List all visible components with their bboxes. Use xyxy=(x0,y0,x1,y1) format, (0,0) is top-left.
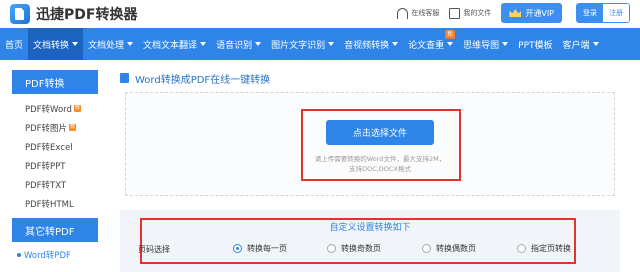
my-files-label: 我的文件 xyxy=(463,9,492,17)
sidebar-item-4[interactable]: PDF转TXT xyxy=(25,175,98,194)
auth-buttons: 登录 注册 xyxy=(576,3,630,23)
nav-item-6[interactable]: 音视频转换 xyxy=(339,28,403,60)
sidebar-item-label: PDF转HTML xyxy=(25,199,74,210)
new-badge: 新 xyxy=(445,30,456,39)
page-option-label: 转换每一页 xyxy=(247,244,287,253)
chevron-down-icon xyxy=(255,42,262,46)
nav-item-label: 客户端 xyxy=(562,40,590,51)
sidebar-section-other-to-pdf: 其它转PDF xyxy=(12,218,98,242)
sidebar-item-label: PDF转Word xyxy=(25,104,72,115)
nav-item-0[interactable]: 首页 xyxy=(0,28,28,60)
nav-item-label: 文档文本翻译 xyxy=(143,40,198,51)
page-title: Word转换成PDF在线一键转换 xyxy=(120,70,620,86)
document-icon xyxy=(449,7,461,19)
upload-hint: 请上传需要转换的Word文件，最大支持2M， 支持DOC,DOCX格式 xyxy=(294,154,466,174)
nav-item-label: 图片文字识别 xyxy=(271,40,326,51)
page-option-label: 转换奇数页 xyxy=(341,244,381,253)
nav-item-label: 首页 xyxy=(5,40,24,51)
sidebar-item-label: PDF转Excel xyxy=(25,142,73,153)
conversion-settings: 自定义设置转换如下 页码选择 转换每一页 转换奇数页 转换偶数页 指定页转换 xyxy=(120,210,620,272)
nav-item-8[interactable]: 思维导图 xyxy=(458,28,513,60)
nav-item-9[interactable]: PPT模板 xyxy=(513,28,557,60)
doc-title-icon xyxy=(120,73,129,83)
nav-item-label: 文档转换 xyxy=(33,40,70,51)
app-logo[interactable]: 迅捷PDF转换器 xyxy=(10,4,137,24)
app-name: 迅捷PDF转换器 xyxy=(36,7,138,23)
login-button[interactable]: 登录 xyxy=(577,4,603,22)
online-service-label: 在线客服 xyxy=(411,9,440,17)
top-links: 在线客服 我的文件 开通VIP 登录 注册 xyxy=(397,3,630,23)
chevron-down-icon xyxy=(502,42,509,46)
upload-hint-line2: 支持DOC,DOCX格式 xyxy=(349,165,411,173)
nav-item-10[interactable]: 客户端 xyxy=(558,28,604,60)
settings-title: 自定义设置转换如下 xyxy=(329,223,411,233)
page-option-radio-2[interactable]: 转换偶数页 xyxy=(422,243,476,254)
page-option-label: 转换偶数页 xyxy=(436,244,476,253)
vip-label: 开通VIP xyxy=(525,8,554,18)
nav-item-label: 论文查重 xyxy=(408,40,445,51)
radio-circle-icon xyxy=(422,244,431,253)
nav-item-label: PPT模板 xyxy=(518,40,553,51)
sidebar-item-5[interactable]: PDF转HTML xyxy=(25,194,98,213)
radio-circle-icon xyxy=(233,244,242,253)
my-files-link[interactable]: 我的文件 xyxy=(449,7,492,19)
sidebar-section-pdf-convert: PDF转换 xyxy=(12,70,98,94)
sidebar-item-0[interactable]: PDF转Word 荐 xyxy=(25,99,98,118)
nav-item-5[interactable]: 图片文字识别 xyxy=(266,28,339,60)
chevron-down-icon xyxy=(592,42,599,46)
recommend-badge: 荐 xyxy=(69,124,77,131)
chevron-down-icon xyxy=(127,42,134,46)
logo-icon xyxy=(10,4,30,24)
nav-item-2[interactable]: 文档处理 xyxy=(83,28,138,60)
open-vip-button[interactable]: 开通VIP xyxy=(501,3,562,23)
page-option-radio-3[interactable]: 指定页转换 xyxy=(517,243,571,254)
chevron-down-icon xyxy=(328,42,335,46)
chevron-down-icon xyxy=(200,42,207,46)
online-service-link[interactable]: 在线客服 xyxy=(397,7,440,19)
register-button[interactable]: 注册 xyxy=(603,4,629,22)
select-file-button[interactable]: 点击选择文件 xyxy=(326,120,434,145)
nav-item-4[interactable]: 语音识别 xyxy=(211,28,266,60)
nav-item-label: 文档处理 xyxy=(88,40,125,51)
crown-icon xyxy=(509,9,522,17)
page-option-label: 指定页转换 xyxy=(531,244,571,253)
upload-hint-line1: 请上传需要转换的Word文件，最大支持2M， xyxy=(314,155,446,163)
sidebar-item-label: PDF转PPT xyxy=(25,161,66,172)
main-content: Word转换成PDF在线一键转换 点击选择文件 请上传需要转换的Word文件，最… xyxy=(120,70,620,272)
page-option-radio-1[interactable]: 转换奇数页 xyxy=(327,243,381,254)
main-nav: 首页 文档转换 文档处理 文档文本翻译 语音识别 图片文字识别 音视频转换 论文查重新思维导图… xyxy=(0,28,640,60)
sidebar-item-1[interactable]: PDF转图片荐 xyxy=(25,118,98,137)
sidebar-list: PDF转Word 荐 PDF转图片荐 PDF转Excel PDF转PPT PDF转TXT P… xyxy=(12,94,98,218)
headset-icon xyxy=(397,7,409,19)
nav-item-label: 思维导图 xyxy=(463,40,500,51)
nav-item-7[interactable]: 论文查重新 xyxy=(403,28,458,60)
sidebar: PDF转换 PDF转Word 荐 PDF转图片荐 PDF转Excel PDF转PPT PD… xyxy=(12,70,98,269)
radio-circle-icon xyxy=(517,244,526,253)
sidebar-item-label: PDF转TXT xyxy=(25,180,67,191)
recommend-badge: 荐 xyxy=(73,105,81,112)
nav-item-3[interactable]: 文档文本翻译 xyxy=(138,28,211,60)
page-title-text: Word转换成PDF在线一键转换 xyxy=(135,74,271,86)
upload-dropzone[interactable]: 点击选择文件 请上传需要转换的Word文件，最大支持2M， 支持DOC,DOCX… xyxy=(125,92,615,196)
sidebar-item-word-to-pdf[interactable]: Word转PDF xyxy=(24,245,98,264)
chevron-down-icon xyxy=(447,42,454,46)
sidebar-item-3[interactable]: PDF转PPT xyxy=(25,156,98,175)
sidebar-item-2[interactable]: PDF转Excel xyxy=(25,137,98,156)
nav-item-label: 语音识别 xyxy=(216,40,253,51)
chevron-down-icon xyxy=(392,42,399,46)
page-option-radio-0[interactable]: 转换每一页 xyxy=(233,243,287,254)
chevron-down-icon xyxy=(72,42,79,46)
nav-item-label: 音视频转换 xyxy=(344,40,390,51)
nav-item-1[interactable]: 文档转换 xyxy=(28,28,84,60)
page-select-label: 页码选择 xyxy=(138,245,170,254)
top-bar: 迅捷PDF转换器 在线客服 我的文件 开通VIP 登录 注册 xyxy=(0,0,640,28)
radio-circle-icon xyxy=(327,244,336,253)
sidebar-item-label: PDF转图片 xyxy=(25,123,68,134)
